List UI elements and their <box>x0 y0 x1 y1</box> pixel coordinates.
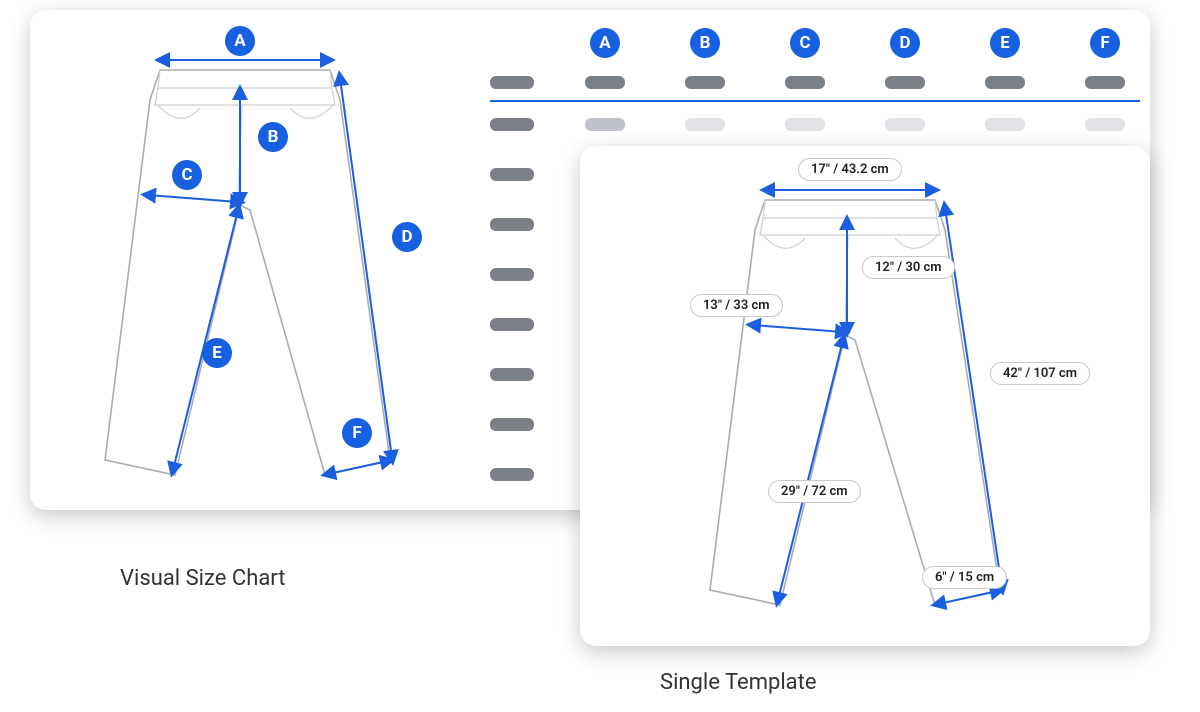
table-cell <box>490 168 534 181</box>
measure-waist: 17″ / 43.2 cm <box>798 158 902 181</box>
table-cell <box>490 418 534 431</box>
badge-c: C <box>172 160 202 190</box>
measure-rise: 12″ / 30 cm <box>862 256 955 279</box>
col-badge-a: A <box>590 28 620 58</box>
measure-outseam: 42″ / 107 cm <box>990 362 1090 385</box>
badge-a: A <box>225 26 255 56</box>
table-cell <box>785 118 825 131</box>
table-cell <box>490 118 534 131</box>
measure-hem: 6″ / 15 cm <box>922 566 1007 589</box>
table-cell <box>1085 118 1125 131</box>
caption-visual-size-chart: Visual Size Chart <box>120 566 285 591</box>
table-cell <box>1085 76 1125 89</box>
table-cell <box>885 118 925 131</box>
table-cell <box>985 76 1025 89</box>
measure-thigh: 13″ / 33 cm <box>690 294 783 317</box>
table-cell <box>490 368 534 381</box>
table-cell <box>685 76 725 89</box>
table-cell <box>785 76 825 89</box>
badge-e: E <box>202 338 232 368</box>
table-cell <box>685 118 725 131</box>
table-cell <box>490 76 534 89</box>
table-header-divider <box>490 100 1140 102</box>
col-badge-b: B <box>690 28 720 58</box>
col-badge-c: C <box>790 28 820 58</box>
table-cell <box>490 468 534 481</box>
badge-d: D <box>392 222 422 252</box>
badge-b: B <box>258 122 288 152</box>
col-badge-d: D <box>890 28 920 58</box>
table-cell <box>885 76 925 89</box>
table-cell <box>585 118 625 131</box>
table-cell <box>985 118 1025 131</box>
table-cell <box>585 76 625 89</box>
col-badge-f: F <box>1090 28 1120 58</box>
table-cell <box>490 268 534 281</box>
col-badge-e: E <box>990 28 1020 58</box>
caption-single-template: Single Template <box>660 670 817 695</box>
badge-f: F <box>342 418 372 448</box>
pants-diagram-left <box>40 30 440 490</box>
single-template-card: 17″ / 43.2 cm 12″ / 30 cm 13″ / 33 cm 42… <box>580 146 1150 646</box>
table-cell <box>490 218 534 231</box>
table-cell <box>490 318 534 331</box>
measure-inseam: 29″ / 72 cm <box>768 480 861 503</box>
pants-diagram-right <box>600 160 1130 630</box>
